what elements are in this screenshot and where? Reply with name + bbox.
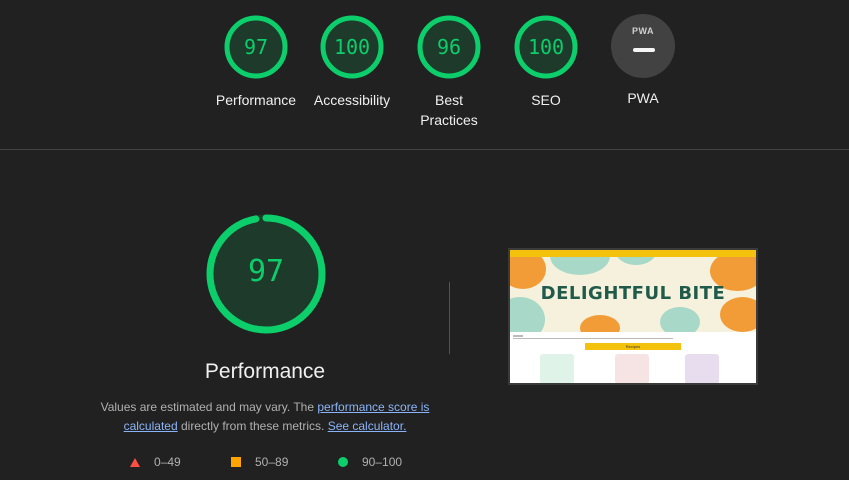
gauge-performance[interactable]: 97 Performance — [206, 14, 306, 110]
thumbnail-recipes-button: Recipes — [585, 343, 681, 350]
thumbnail-hero-title: DELIGHTFUL BITE — [540, 283, 726, 304]
legend-average: 50–89 — [231, 455, 288, 469]
gauge-accessibility[interactable]: 100 Accessibility — [302, 14, 402, 110]
dash-icon — [633, 48, 655, 52]
page-screenshot-thumbnail[interactable]: DELIGHTFUL BITE Recipes — [508, 248, 758, 385]
decor-blob — [580, 315, 620, 332]
score-legend: 0–49 50–89 90–100 — [0, 455, 849, 475]
gauge-label: PWA — [627, 90, 659, 106]
text-line — [513, 335, 523, 337]
thumbnail-navbar — [510, 250, 756, 257]
legend-fail: 0–49 — [130, 455, 181, 469]
performance-description: Values are estimated and may vary. The p… — [95, 398, 435, 436]
gauge-score: 100 — [333, 35, 371, 59]
legend-pass-label: 90–100 — [362, 455, 403, 469]
performance-title: Performance — [204, 360, 326, 383]
desc-text-1: Values are estimated and may vary. The — [100, 400, 318, 414]
desc-text-2: directly from these metrics. — [177, 419, 328, 433]
square-icon — [231, 457, 241, 467]
gauge-label: Best Practices — [420, 92, 478, 128]
legend-fail-label: 0–49 — [154, 455, 181, 469]
performance-score: 97 — [247, 254, 285, 289]
circle-icon — [338, 457, 348, 467]
gauge-pwa[interactable]: PWA PWA — [593, 14, 693, 108]
thumbnail-body: Recipes — [510, 332, 756, 383]
text-line — [513, 338, 673, 339]
section-divider — [0, 149, 849, 150]
gauge-best-practices[interactable]: 96 Best Practices — [399, 14, 499, 130]
gauge-score: 97 — [243, 35, 269, 59]
pwa-badge-icon: PWA — [611, 14, 675, 78]
decor-blob — [615, 257, 657, 265]
category-gauges: 97 Performance 100 Accessibility 96 Best… — [0, 0, 849, 150]
legend-pass: 90–100 — [338, 455, 402, 469]
decor-blob — [660, 307, 700, 332]
triangle-icon — [130, 457, 140, 467]
gauge-label: SEO — [531, 92, 561, 108]
gauge-score: 100 — [527, 35, 565, 59]
decor-blob — [550, 257, 610, 275]
recipe-thumb — [540, 354, 574, 383]
legend-average-label: 50–89 — [255, 455, 289, 469]
vertical-separator — [449, 282, 450, 354]
gauge-label: Accessibility — [313, 92, 391, 108]
thumbnail-hero: DELIGHTFUL BITE — [510, 257, 756, 332]
recipe-thumb — [615, 354, 649, 383]
gauge-label: Performance — [215, 92, 297, 108]
pwa-badge-text: PWA — [631, 26, 654, 36]
gauge-seo[interactable]: 100 SEO — [496, 14, 596, 110]
gauge-score: 96 — [436, 35, 462, 59]
see-calculator-link[interactable]: See calculator. — [328, 419, 407, 433]
recipe-thumb — [685, 354, 719, 383]
